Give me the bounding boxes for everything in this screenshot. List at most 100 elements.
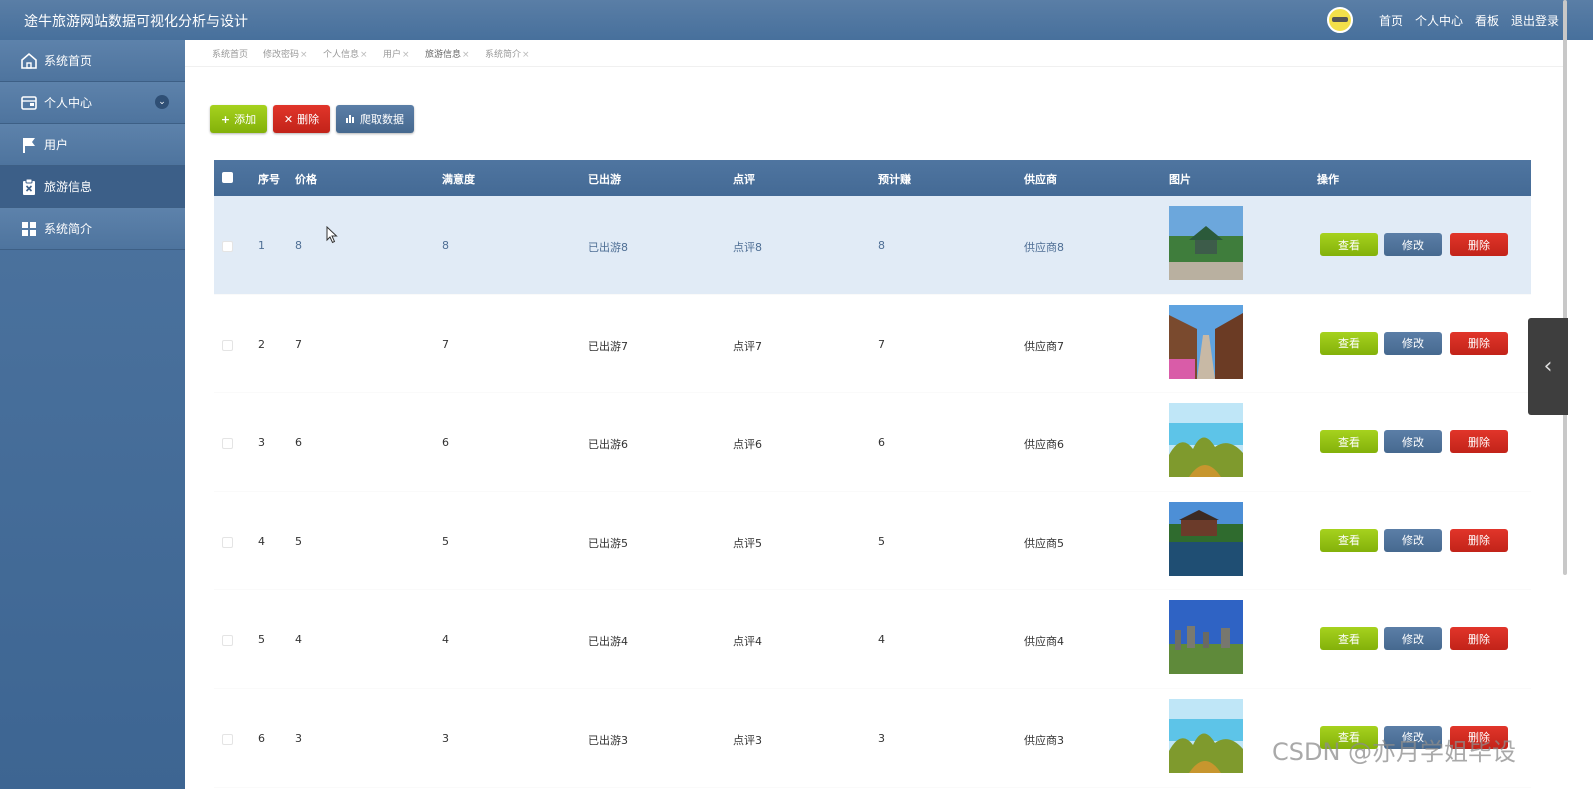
avatar[interactable] [1326, 7, 1353, 33]
add-button[interactable]: + 添加 [210, 105, 267, 133]
cell-price: 6 [295, 436, 302, 450]
cell-no: 5 [258, 633, 265, 647]
edit-button[interactable]: 修改 [1384, 233, 1442, 256]
tab-personal-info[interactable]: 个人信息× [323, 47, 368, 60]
table-row[interactable]: 1 8 8 已出游8 点评8 8 供应商8 查看 修改 删除 [214, 196, 1531, 295]
chevron-down-icon[interactable]: ⌄ [155, 95, 169, 109]
nav-profile-link[interactable]: 个人中心 [1415, 12, 1463, 29]
sidebar-item-label: 系统简介 [44, 222, 93, 236]
cell-satisfaction: 7 [442, 337, 449, 351]
view-button[interactable]: 查看 [1320, 331, 1378, 355]
tab-label: 个人信息 [323, 50, 360, 60]
table-row[interactable]: 5 4 4 已出游4 点评4 4 供应商4 查看 修改 删除 [214, 590, 1531, 689]
tab-home[interactable]: 系统首页 [212, 47, 248, 60]
view-button[interactable]: 查看 [1320, 528, 1378, 552]
table-row[interactable]: 4 5 5 已出游5 点评5 5 供应商5 查看 修改 删除 [214, 492, 1531, 591]
travel-photo[interactable] [1169, 501, 1243, 576]
grid-icon [20, 220, 38, 238]
cell-no: 3 [258, 436, 265, 450]
cell-traveled: 已出游7 [588, 339, 628, 353]
tab-users[interactable]: 用户× [383, 47, 410, 60]
travel-photo[interactable] [1169, 403, 1243, 478]
wallet-icon [20, 94, 38, 112]
row-checkbox[interactable] [222, 536, 233, 548]
close-icon[interactable]: × [522, 50, 530, 60]
cell-price: 5 [295, 534, 302, 548]
nav-logout-link[interactable]: 退出登录 [1511, 12, 1559, 29]
cell-price: 8 [295, 239, 302, 252]
cell-satisfaction: 3 [442, 731, 449, 745]
sidebar-item-label: 个人中心 [44, 96, 93, 110]
sidebar-item-label: 系统首页 [44, 54, 93, 68]
cell-satisfaction: 6 [442, 436, 449, 450]
chevron-left-icon: ‹ [1543, 354, 1553, 379]
sidebar-item-about[interactable]: 系统简介 [0, 208, 185, 250]
travel-photo[interactable] [1169, 304, 1243, 379]
cell-supplier: 供应商4 [1024, 635, 1064, 649]
delete-row-button[interactable]: 删除 [1450, 233, 1508, 256]
sidebar-item-home[interactable]: 系统首页 [0, 40, 185, 82]
travel-photo[interactable] [1169, 206, 1243, 280]
page-scrollbar[interactable] [1563, 0, 1567, 575]
col-supplier: 供应商 [1024, 173, 1057, 186]
select-all-checkbox[interactable] [222, 172, 233, 183]
cell-price: 7 [295, 337, 302, 351]
cell-traveled: 已出游5 [588, 536, 628, 550]
table-row[interactable]: 3 6 6 已出游6 点评6 6 供应商6 查看 修改 删除 [214, 393, 1531, 492]
top-header: 途牛旅游网站数据可视化分析与设计 首页 个人中心 看板 退出登录 [0, 0, 1593, 40]
close-icon[interactable]: × [300, 50, 308, 60]
tab-travel-info[interactable]: 旅游信息× [425, 47, 470, 60]
travel-photo[interactable] [1169, 698, 1243, 773]
tab-about[interactable]: 系统简介× [485, 47, 530, 60]
tab-change-password[interactable]: 修改密码× [263, 47, 308, 60]
row-checkbox[interactable] [222, 635, 233, 647]
delete-button[interactable]: ✕ 删除 [273, 105, 330, 133]
delete-row-button[interactable]: 删除 [1450, 430, 1508, 454]
row-checkbox[interactable] [222, 339, 233, 351]
travel-table: 序号 价格 满意度 已出游 点评 预计赚 供应商 图片 操作 1 8 8 已出游8 点评… [214, 160, 1531, 788]
col-traveled: 已出游 [588, 173, 621, 186]
sidebar-item-users[interactable]: 用户 [0, 124, 185, 166]
home-icon [20, 52, 38, 70]
row-checkbox[interactable] [222, 438, 233, 450]
sidebar-item-travel-info[interactable]: 旅游信息 [0, 166, 185, 208]
edit-button[interactable]: 修改 [1384, 331, 1442, 355]
delete-row-button[interactable]: 删除 [1450, 627, 1508, 651]
sidebar-item-profile[interactable]: 个人中心 ⌄ [0, 82, 185, 124]
delete-row-button[interactable]: 删除 [1450, 528, 1508, 552]
close-icon[interactable]: × [462, 50, 470, 60]
travel-photo[interactable] [1169, 600, 1243, 675]
cell-review: 点评8 [733, 241, 762, 254]
cell-review: 点评7 [733, 339, 762, 353]
cell-satisfaction: 8 [442, 239, 449, 252]
nav-dashboard-link[interactable]: 看板 [1475, 12, 1499, 29]
bar-chart-icon [346, 113, 356, 126]
edit-button[interactable]: 修改 [1384, 528, 1442, 552]
edit-button[interactable]: 修改 [1384, 430, 1442, 454]
col-estimate: 预计赚 [878, 173, 911, 186]
row-checkbox[interactable] [222, 241, 233, 252]
view-button[interactable]: 查看 [1320, 430, 1378, 454]
cell-no: 6 [258, 731, 265, 745]
table-row[interactable]: 2 7 7 已出游7 点评7 7 供应商7 查看 修改 删除 [214, 295, 1531, 394]
cell-supplier: 供应商6 [1024, 438, 1064, 452]
crawl-data-button[interactable]: 爬取数据 [336, 105, 414, 133]
cell-supplier: 供应商5 [1024, 536, 1064, 550]
view-button[interactable]: 查看 [1320, 627, 1378, 651]
close-icon[interactable]: × [402, 50, 410, 60]
nav-home-link[interactable]: 首页 [1379, 12, 1403, 29]
edit-button[interactable]: 修改 [1384, 627, 1442, 651]
tab-label: 修改密码 [263, 50, 300, 60]
close-icon: ✕ [283, 112, 294, 126]
view-button[interactable]: 查看 [1320, 233, 1378, 256]
col-review: 点评 [733, 173, 755, 186]
close-icon[interactable]: × [360, 50, 368, 60]
cell-traveled: 已出游6 [588, 438, 628, 452]
cell-no: 4 [258, 534, 265, 548]
top-nav: 首页 个人中心 看板 退出登录 [1326, 0, 1559, 40]
row-checkbox[interactable] [222, 733, 233, 745]
delete-row-button[interactable]: 删除 [1450, 331, 1508, 355]
clipboard-icon [20, 178, 38, 196]
cell-supplier: 供应商8 [1024, 241, 1064, 254]
collapse-panel-toggle[interactable]: ‹ [1528, 318, 1568, 415]
